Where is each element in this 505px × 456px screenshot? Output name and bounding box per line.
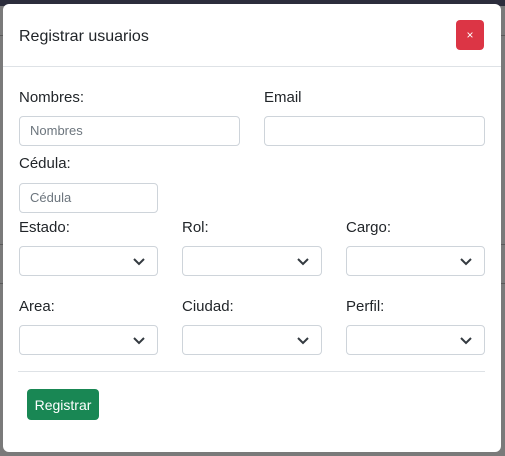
close-icon: ×	[466, 28, 474, 42]
estado-select[interactable]	[19, 246, 158, 276]
chevron-down-icon	[297, 258, 309, 266]
cedula-label: Cédula:	[19, 155, 71, 172]
chevron-down-icon	[460, 337, 472, 345]
area-label: Area:	[19, 298, 55, 315]
modal-title: Registrar usuarios	[19, 28, 149, 45]
cargo-label: Cargo:	[346, 219, 392, 236]
email-input[interactable]	[264, 116, 485, 146]
close-button[interactable]: ×	[456, 20, 484, 50]
register-button[interactable]: Registrar	[27, 389, 99, 420]
perfil-label: Perfil:	[346, 298, 385, 315]
nombres-input[interactable]: Nombres	[19, 116, 240, 146]
chevron-down-icon	[460, 258, 472, 266]
area-select[interactable]	[19, 325, 158, 355]
ciudad-label: Ciudad:	[182, 298, 234, 315]
rol-label: Rol:	[182, 219, 209, 236]
estado-label: Estado:	[19, 219, 70, 236]
perfil-select[interactable]	[346, 325, 485, 355]
nombres-placeholder: Nombres	[30, 123, 83, 138]
modal-header: Registrar usuarios ×	[3, 4, 501, 67]
rol-select[interactable]	[182, 246, 322, 276]
cedula-input[interactable]: Cédula	[19, 183, 158, 213]
cedula-placeholder: Cédula	[30, 190, 72, 205]
register-modal: Registrar usuarios × Nombres: Nombres Em…	[3, 4, 501, 452]
ciudad-select[interactable]	[182, 325, 322, 355]
cargo-select[interactable]	[346, 246, 485, 276]
chevron-down-icon	[133, 337, 145, 345]
nombres-label: Nombres:	[19, 89, 85, 106]
chevron-down-icon	[133, 258, 145, 266]
form-divider	[18, 371, 485, 372]
chevron-down-icon	[297, 337, 309, 345]
email-label: Email	[264, 89, 302, 106]
